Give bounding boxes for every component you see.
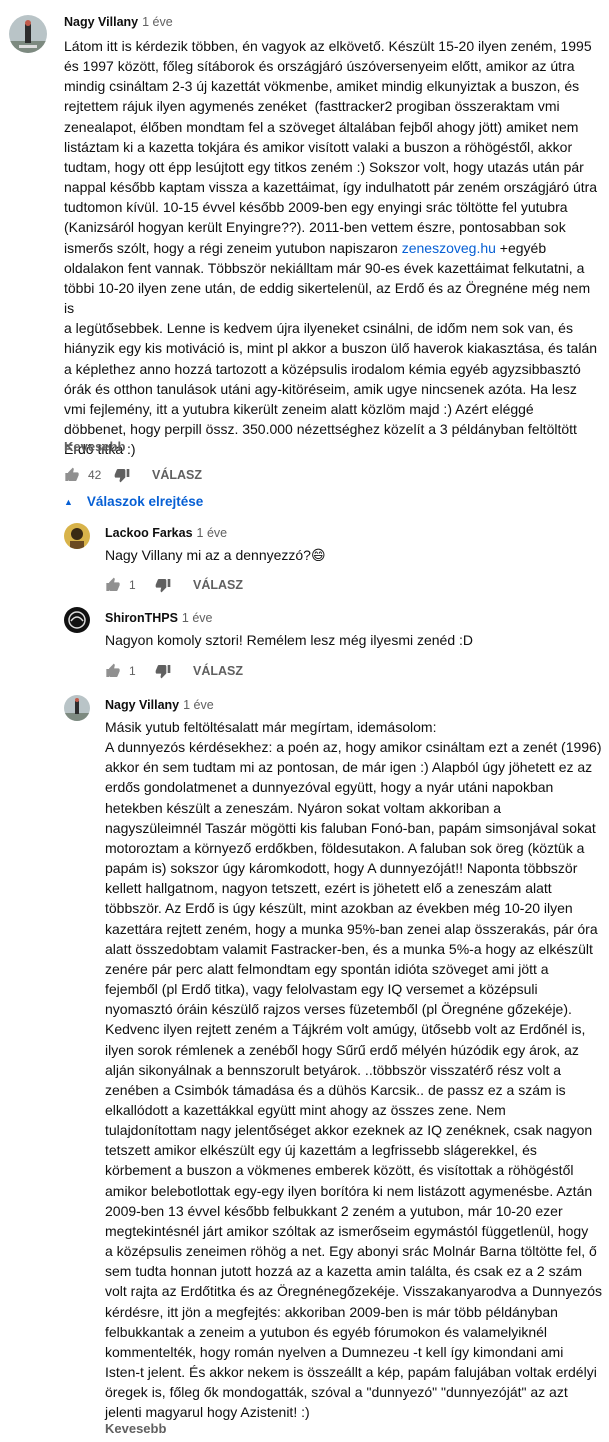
caret-up-icon: ▲ xyxy=(64,496,73,507)
dislike-button[interactable] xyxy=(155,577,171,593)
reply-button[interactable]: VÁLASZ xyxy=(193,578,243,592)
comment-text: Látom itt is kérdezik többen, én vagyok … xyxy=(64,38,598,458)
like-count: 1 xyxy=(129,664,136,678)
like-button[interactable] xyxy=(105,663,121,679)
comment-text: Nagy Villany mi az a dennyezzó?😄 xyxy=(105,547,326,563)
author-name[interactable]: Lackoo Farkas xyxy=(105,526,193,540)
reply-button[interactable]: VÁLASZ xyxy=(193,664,243,678)
hide-replies-label: Válaszok elrejtése xyxy=(86,494,204,509)
reply-button[interactable]: VÁLASZ xyxy=(152,468,202,482)
hide-replies-button[interactable]: ▲ Válaszok elrejtése xyxy=(64,494,203,509)
like-button[interactable] xyxy=(105,577,121,593)
like-count: 1 xyxy=(129,578,136,592)
author-name[interactable]: Nagy Villany xyxy=(105,698,179,712)
thumbs-down-icon xyxy=(155,579,171,593)
thumbs-up-icon xyxy=(106,577,120,591)
thumbs-up-icon xyxy=(65,467,79,481)
comment-meta: Nagy Villany 1 éve xyxy=(64,15,173,29)
comment-actions: 1 VÁLASZ xyxy=(105,576,243,594)
thumbs-down-icon xyxy=(155,665,171,679)
author-name[interactable]: Nagy Villany xyxy=(64,15,138,29)
avatar[interactable] xyxy=(64,607,90,633)
comment-time[interactable]: 1 éve xyxy=(142,15,173,29)
avatar[interactable] xyxy=(64,695,90,721)
comment-meta: Nagy Villany 1 éve xyxy=(105,698,214,712)
show-less-button[interactable]: Kevesebb xyxy=(64,439,125,454)
comment-time[interactable]: 1 éve xyxy=(182,611,213,625)
comment-meta: ShironTHPS 1 éve xyxy=(105,611,213,625)
comment-meta: Lackoo Farkas 1 éve xyxy=(105,526,227,540)
show-less-button[interactable]: Kevesebb xyxy=(105,1421,166,1436)
comment-actions: 42 VÁLASZ xyxy=(64,466,202,484)
thumbs-up-icon xyxy=(106,663,120,677)
author-name[interactable]: ShironTHPS xyxy=(105,611,178,625)
comment-text: Másik yutub feltöltésalatt már megírtam,… xyxy=(105,719,603,1421)
avatar[interactable] xyxy=(64,523,90,549)
dislike-button[interactable] xyxy=(114,467,130,483)
comment-time[interactable]: 1 éve xyxy=(183,698,214,712)
comment-time[interactable]: 1 éve xyxy=(197,526,228,540)
comment-text: Nagyon komoly sztori! Remélem lesz még i… xyxy=(105,632,474,648)
dislike-button[interactable] xyxy=(155,663,171,679)
like-button[interactable] xyxy=(64,467,80,483)
avatar[interactable] xyxy=(9,15,47,53)
like-count: 42 xyxy=(88,468,102,482)
thumbs-down-icon xyxy=(114,469,130,483)
comment-link[interactable]: zeneszoveg.hu xyxy=(402,240,496,256)
comment-actions: 1 VÁLASZ xyxy=(105,662,243,680)
